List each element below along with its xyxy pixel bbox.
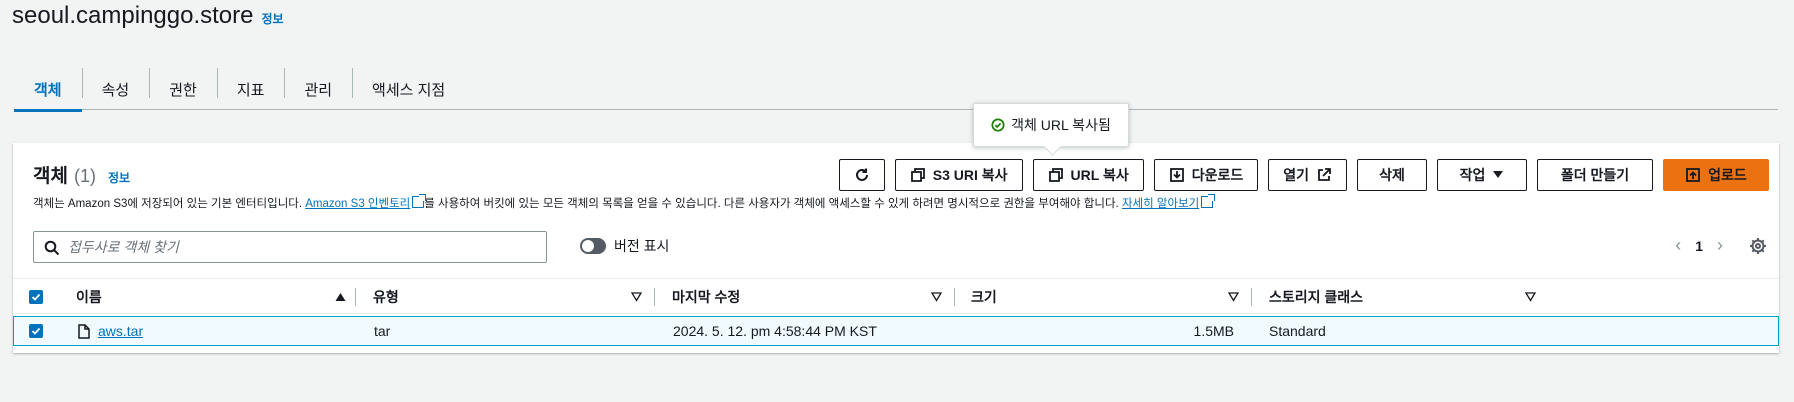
- toggle-switch[interactable]: [580, 238, 606, 254]
- search-placeholder: 접두사로 객체 찾기: [68, 239, 179, 255]
- row-type: tar: [374, 323, 391, 339]
- upload-icon: [1686, 168, 1701, 182]
- open-button[interactable]: 열기: [1268, 159, 1347, 191]
- create-folder-button[interactable]: 폴더 만들기: [1537, 159, 1653, 191]
- tab-access-points[interactable]: 액세스 지점: [352, 68, 465, 110]
- sort-icon[interactable]: [1228, 292, 1239, 302]
- open-label: 열기: [1283, 167, 1309, 183]
- table-row[interactable]: aws.tar tar 2024. 5. 12. pm 4:58:44 PM K…: [13, 316, 1779, 346]
- tab-objects[interactable]: 객체: [14, 68, 82, 112]
- upload-button[interactable]: 업로드: [1663, 159, 1769, 191]
- external-link-icon: [1201, 194, 1216, 208]
- external-link-icon: [412, 194, 427, 208]
- actions-label: 작업: [1459, 167, 1486, 183]
- desc-text-2: 를 사용하여 버킷에 있는 모든 객체의 목록을 얻을 수 있습니다. 다른 사…: [424, 198, 1122, 210]
- gear-icon[interactable]: [1749, 237, 1767, 255]
- copy-url-label: URL 복사: [1070, 167, 1129, 183]
- search-input[interactable]: 접두사로 객체 찾기: [33, 231, 547, 263]
- caret-down-icon: [1493, 171, 1504, 178]
- copy-icon: [1048, 168, 1063, 182]
- download-icon: [1169, 168, 1184, 182]
- desc-text-1: 객체는 Amazon S3에 저장되어 있는 기본 엔터티입니다.: [33, 198, 306, 210]
- popover-text: 객체 URL 복사됨: [1011, 117, 1111, 133]
- copy-s3-uri-button[interactable]: S3 URI 복사: [894, 159, 1023, 191]
- upload-label: 업로드: [1708, 167, 1747, 183]
- objects-count: (1): [73, 166, 96, 186]
- search-icon: [44, 240, 60, 256]
- tab-permissions[interactable]: 권한: [149, 68, 217, 110]
- object-name-link[interactable]: aws.tar: [98, 323, 143, 339]
- column-divider[interactable]: [654, 288, 655, 306]
- row-checkbox[interactable]: [29, 317, 43, 345]
- delete-button[interactable]: 삭제: [1357, 159, 1427, 191]
- column-divider[interactable]: [1251, 288, 1252, 306]
- page-number[interactable]: 1: [1695, 238, 1703, 254]
- select-all-checkbox[interactable]: [29, 279, 43, 315]
- download-button[interactable]: 다운로드: [1153, 159, 1259, 191]
- column-divider[interactable]: [355, 288, 356, 306]
- copy-url-button[interactable]: URL 복사: [1032, 159, 1144, 191]
- copy-icon: [910, 168, 925, 182]
- page-title: seoul.campinggo.store: [12, 2, 254, 29]
- bucket-title: seoul.campinggo.store 정보: [12, 2, 284, 30]
- copied-popover: 객체 URL 복사됨: [973, 103, 1129, 147]
- objects-description: 객체는 Amazon S3에 저장되어 있는 기본 엔터티입니다. Amazon…: [33, 194, 1216, 211]
- copy-s3-uri-label: S3 URI 복사: [932, 167, 1008, 183]
- checkmark-icon: [31, 293, 41, 301]
- file-icon: [78, 323, 90, 339]
- row-name-cell: aws.tar: [78, 317, 143, 345]
- tab-metrics[interactable]: 지표: [216, 68, 285, 110]
- tab-bar: 객체 속성 권한 지표 관리 액세스 지점: [14, 68, 1778, 112]
- success-check-icon: [991, 118, 1005, 132]
- row-size: 1.5MB: [1193, 323, 1234, 339]
- column-last-modified[interactable]: 마지막 수정: [672, 279, 740, 315]
- column-name[interactable]: 이름: [76, 279, 102, 315]
- sort-icon[interactable]: [1525, 292, 1536, 302]
- column-storage-class[interactable]: 스토리지 클래스: [1269, 279, 1363, 315]
- tab-properties[interactable]: 속성: [81, 68, 150, 110]
- sort-ascending-icon[interactable]: [335, 292, 346, 302]
- tab-management[interactable]: 관리: [284, 68, 352, 110]
- chevron-left-icon[interactable]: ‹: [1675, 235, 1681, 256]
- column-divider[interactable]: [954, 288, 955, 306]
- inventory-link[interactable]: Amazon S3 인벤토리: [305, 198, 410, 210]
- chevron-right-icon[interactable]: ›: [1717, 235, 1723, 256]
- refresh-icon: [855, 168, 868, 181]
- objects-info-link[interactable]: 정보: [108, 169, 130, 186]
- objects-header: 객체 (1) 정보: [33, 161, 130, 188]
- download-label: 다운로드: [1191, 167, 1244, 183]
- external-link-icon: [1318, 168, 1331, 181]
- objects-title: 객체: [33, 166, 68, 187]
- column-type[interactable]: 유형: [373, 279, 399, 315]
- refresh-button[interactable]: [838, 159, 885, 191]
- version-toggle[interactable]: 버전 표시: [580, 236, 669, 256]
- info-link[interactable]: 정보: [261, 10, 283, 27]
- row-last-modified: 2024. 5. 12. pm 4:58:44 PM KST: [673, 323, 877, 339]
- row-storage-class: Standard: [1269, 323, 1326, 339]
- table-header: 이름 유형 마지막 수정 크기 스토리지 클래스: [13, 278, 1779, 314]
- learn-more-link[interactable]: 자세히 알아보기: [1122, 198, 1199, 210]
- checkmark-icon: [31, 327, 41, 335]
- objects-toolbar: S3 URI 복사 URL 복사 다운로드 열기 삭제 작업 폴더 만들기 업로…: [838, 159, 1769, 191]
- pagination: ‹ 1 ›: [1675, 235, 1723, 256]
- sort-icon[interactable]: [931, 292, 942, 302]
- actions-dropdown[interactable]: 작업: [1437, 159, 1527, 191]
- sort-icon[interactable]: [631, 292, 642, 302]
- version-toggle-label: 버전 표시: [614, 238, 670, 254]
- column-size[interactable]: 크기: [971, 279, 997, 315]
- objects-panel: 객체 (1) 정보 S3 URI 복사 URL 복사 다운로드 열기 삭제 작업…: [13, 143, 1779, 353]
